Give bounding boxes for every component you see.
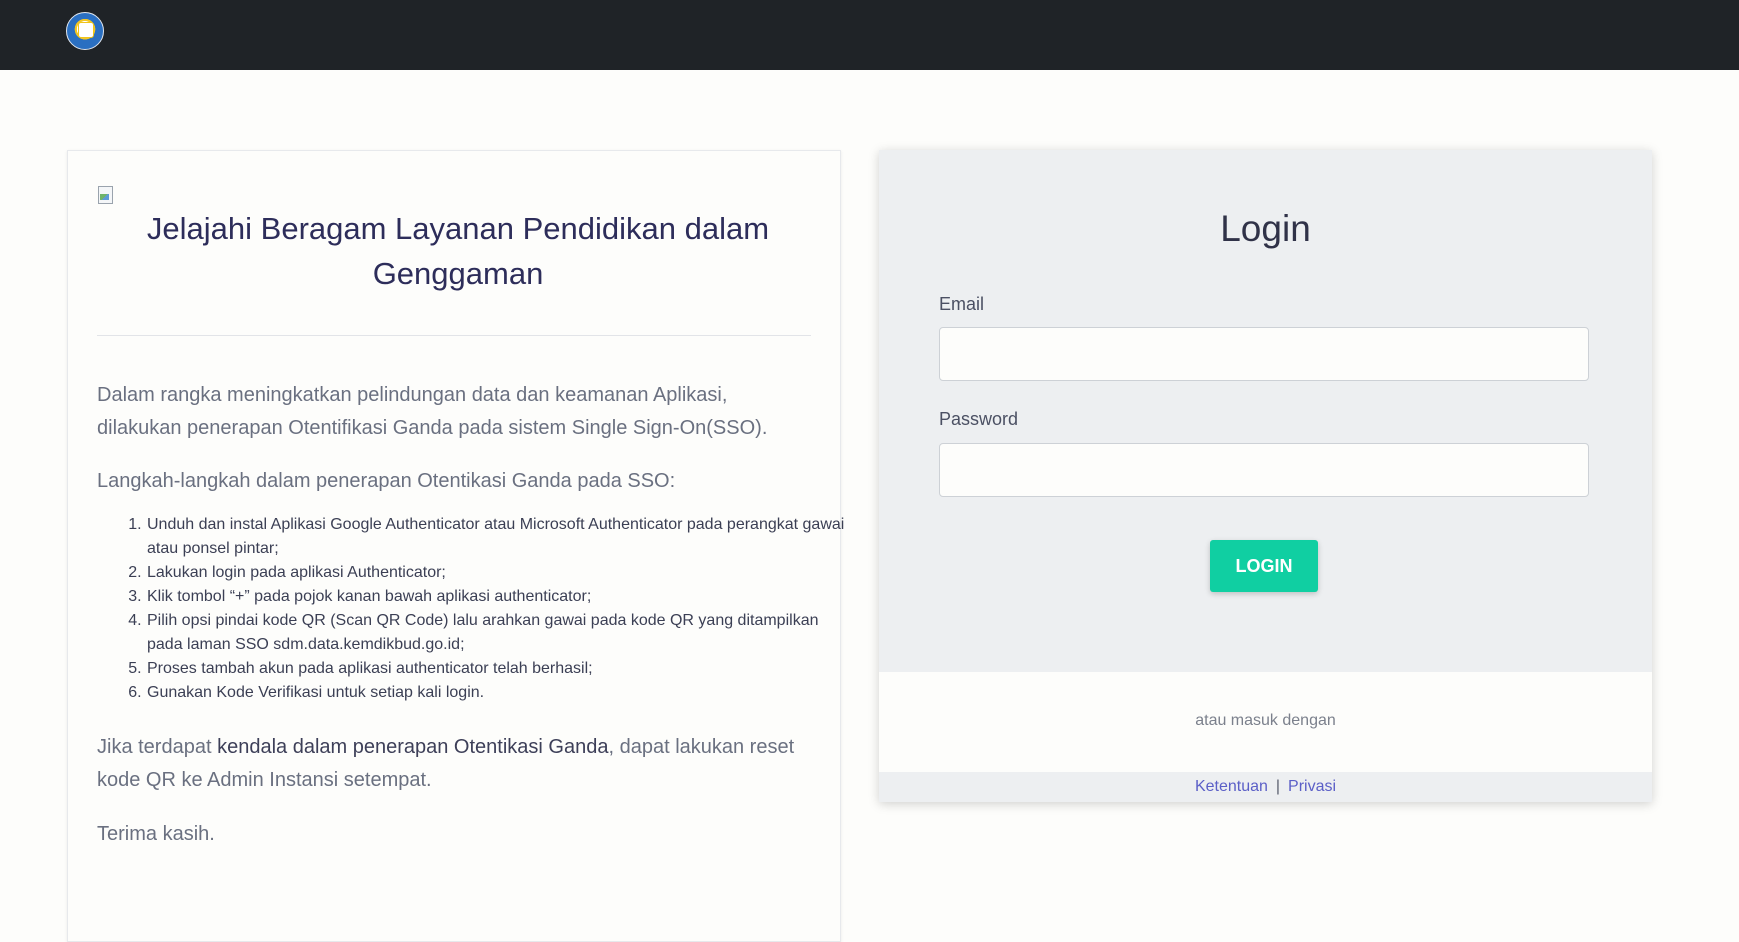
info-title: Jelajahi Beragam Layanan Pendidikan dala… (146, 211, 770, 291)
terms-link[interactable]: Ketentuan (1195, 778, 1268, 795)
login-card: Login Email Password LOGIN atau masuk de… (879, 150, 1652, 802)
step-item: Klik tombol “+” pada pojok kanan bawah a… (146, 585, 846, 609)
footer-links: Ketentuan | Privasi (879, 778, 1652, 796)
logo-emblem (78, 22, 94, 38)
email-label: Email (939, 294, 985, 314)
password-field[interactable] (939, 443, 1589, 497)
email-field[interactable] (939, 327, 1589, 381)
step-item: Lakukan login pada aplikasi Authenticato… (146, 561, 846, 585)
step-item: Pilih opsi pindai kode QR (Scan QR Code)… (146, 609, 846, 657)
steps-heading: Langkah-langkah dalam penerapan Otentika… (97, 470, 676, 492)
step-item: Gunakan Kode Verifikasi untuk setiap kal… (146, 681, 846, 705)
info-card: Jelajahi Beragam Layanan Pendidikan dala… (67, 150, 844, 942)
login-button[interactable]: LOGIN (1210, 540, 1318, 592)
step-item: Proses tambah akun pada aplikasi authent… (146, 657, 846, 681)
intro-text: Dalam rangka meningkatkan pelindungan da… (97, 384, 768, 439)
login-title: Login (1220, 208, 1311, 249)
password-label: Password (939, 409, 1019, 429)
issue-note: Jika terdapat kendala dalam penerapan Ot… (97, 731, 797, 797)
alt-login-section: atau masuk dengan (879, 672, 1652, 772)
privacy-link[interactable]: Privasi (1288, 778, 1336, 795)
alt-login-text: atau masuk dengan (1195, 712, 1336, 729)
issue-prefix: Jika terdapat (97, 736, 218, 758)
broken-image-icon (97, 186, 115, 204)
steps-list: Unduh dan instal Aplikasi Google Authent… (97, 513, 846, 705)
top-navbar (0, 0, 1739, 70)
step-item: Unduh dan instal Aplikasi Google Authent… (146, 513, 846, 561)
thanks-text: Terima kasih. (97, 823, 215, 845)
issue-emphasis: kendala dalam penerapan Otentikasi Ganda (217, 736, 609, 758)
link-separator: | (1275, 778, 1281, 795)
divider (97, 335, 811, 336)
kemdikbud-logo-icon[interactable] (66, 12, 104, 50)
